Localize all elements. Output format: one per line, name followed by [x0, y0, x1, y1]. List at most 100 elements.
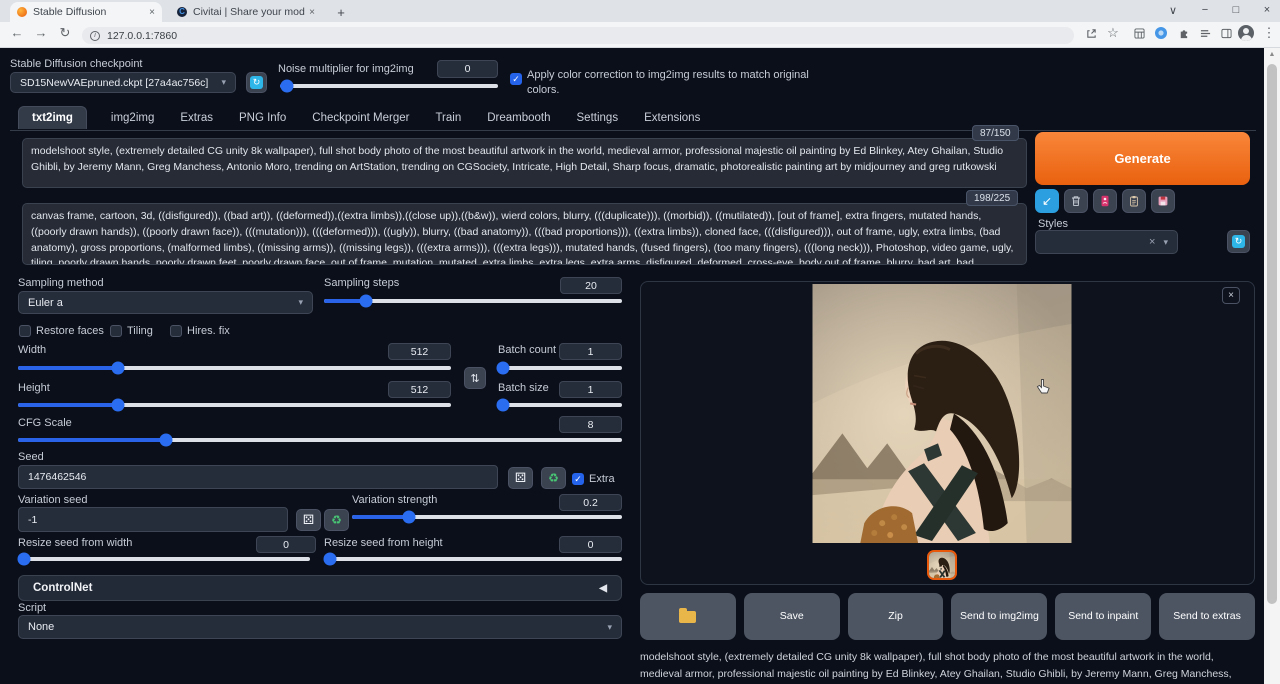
open-folder-button[interactable]	[640, 593, 736, 640]
script-dropdown[interactable]: None ▾	[18, 615, 622, 639]
variation-strength-slider[interactable]	[352, 515, 622, 519]
tab-png-info[interactable]: PNG Info	[237, 107, 288, 129]
resize-seed-height-input[interactable]: 0	[559, 536, 622, 553]
tab-checkpoint-merger[interactable]: Checkpoint Merger	[310, 107, 411, 129]
scrollbar-thumb[interactable]	[1267, 64, 1277, 604]
tab-close-icon[interactable]: ×	[309, 7, 315, 18]
send-to-inpaint-button[interactable]: Send to inpaint	[1055, 593, 1151, 640]
extra-seed-checkbox[interactable]: ✓	[572, 473, 584, 485]
tab-dreambooth[interactable]: Dreambooth	[485, 107, 552, 129]
browser-menu-icon[interactable]: ⋮	[1260, 24, 1278, 42]
noise-multiplier-slider[interactable]	[280, 84, 498, 88]
browser-tab-title: Civitai | Share your models	[193, 6, 305, 18]
window-minimize-button[interactable]: −	[1196, 1, 1214, 19]
height-slider[interactable]	[18, 403, 451, 407]
random-seed-button[interactable]: ⚄	[508, 467, 533, 489]
window-chevron-icon[interactable]: ∨	[1164, 1, 1182, 19]
new-tab-button[interactable]: +	[332, 3, 350, 21]
prompt-textarea[interactable]: modelshoot style, (extremely detailed CG…	[22, 138, 1027, 188]
tab-img2img[interactable]: img2img	[109, 107, 156, 129]
variation-strength-input[interactable]: 0.2	[559, 494, 622, 511]
width-input[interactable]: 512	[388, 343, 451, 360]
negative-prompt-textarea[interactable]: canvas frame, cartoon, 3d, ((disfigured)…	[22, 203, 1027, 265]
refresh-checkpoints-button[interactable]: ↻	[246, 72, 267, 93]
reuse-variation-seed-button[interactable]: ♻	[324, 509, 349, 531]
tab-train[interactable]: Train	[433, 107, 463, 129]
civitai-favicon: C	[177, 7, 187, 17]
tab-close-icon[interactable]: ×	[149, 7, 155, 18]
tab-divider	[10, 130, 1256, 131]
close-gallery-icon[interactable]: ×	[1222, 287, 1240, 304]
reuse-seed-button[interactable]: ♻	[541, 467, 566, 489]
page-info-icon[interactable]: i	[90, 31, 100, 41]
batch-count-input[interactable]: 1	[559, 343, 622, 360]
width-slider[interactable]	[18, 366, 451, 370]
bookmark-star-icon[interactable]: ☆	[1104, 24, 1122, 42]
extension-list-icon[interactable]	[1196, 24, 1214, 42]
cfg-scale-label: CFG Scale	[18, 417, 72, 429]
zip-button[interactable]: Zip	[848, 593, 944, 640]
refresh-styles-button[interactable]: ↻	[1227, 230, 1250, 253]
sampling-steps-input[interactable]: 20	[560, 277, 622, 294]
random-variation-seed-button[interactable]: ⚄	[296, 509, 321, 531]
resize-seed-width-slider[interactable]	[18, 557, 310, 561]
script-value: None	[28, 621, 54, 633]
cursor-pointer	[1036, 378, 1050, 400]
variation-strength-label: Variation strength	[352, 494, 437, 506]
cfg-scale-slider[interactable]	[18, 438, 622, 442]
tab-extras[interactable]: Extras	[178, 107, 215, 129]
noise-multiplier-input[interactable]: 0	[437, 60, 498, 78]
height-input[interactable]: 512	[388, 381, 451, 398]
batch-size-input[interactable]: 1	[559, 381, 622, 398]
cfg-scale-input[interactable]: 8	[559, 416, 622, 433]
sampling-steps-slider[interactable]	[324, 299, 622, 303]
address-bar[interactable]: i 127.0.0.1:7860	[82, 27, 1074, 44]
tab-settings[interactable]: Settings	[575, 107, 621, 129]
clear-styles-icon[interactable]: ×	[1149, 236, 1155, 248]
sampling-method-dropdown[interactable]: Euler a ▾	[18, 291, 313, 314]
window-maximize-button[interactable]: □	[1227, 1, 1245, 19]
send-to-extras-button[interactable]: Send to extras	[1159, 593, 1255, 640]
restore-faces-checkbox[interactable]	[19, 325, 31, 337]
controlnet-accordion[interactable]: ControlNet ◀	[18, 575, 622, 601]
styles-dropdown[interactable]: × ▾	[1035, 230, 1178, 254]
batch-count-slider[interactable]	[498, 366, 622, 370]
extension-grid-icon[interactable]	[1130, 24, 1148, 42]
hires-fix-checkbox[interactable]	[170, 325, 182, 337]
checkpoint-dropdown[interactable]: SD15NewVAEpruned.ckpt [27a4ac756c] ▾	[10, 72, 236, 93]
gallery-thumbnail-selected[interactable]	[927, 550, 957, 580]
tab-txt2img[interactable]: txt2img	[18, 106, 87, 129]
extensions-puzzle-icon[interactable]	[1174, 24, 1192, 42]
tiling-checkbox[interactable]	[110, 325, 122, 337]
side-panel-icon[interactable]	[1217, 24, 1235, 42]
reload-icon[interactable]: ↻	[56, 25, 74, 41]
extra-networks-button[interactable]	[1093, 189, 1117, 213]
tab-extensions[interactable]: Extensions	[642, 107, 702, 129]
profile-avatar[interactable]	[1238, 25, 1254, 41]
save-style-button[interactable]	[1151, 189, 1175, 213]
save-button[interactable]: Save	[744, 593, 840, 640]
batch-size-slider[interactable]	[498, 403, 622, 407]
browser-tab-civitai[interactable]: C Civitai | Share your models ×	[170, 2, 322, 22]
clear-prompt-button[interactable]	[1064, 189, 1088, 213]
generate-button[interactable]: Generate	[1035, 132, 1250, 185]
resize-seed-height-slider[interactable]	[324, 557, 622, 561]
variation-seed-input[interactable]: -1	[18, 507, 288, 532]
share-icon[interactable]	[1082, 24, 1100, 42]
extension-blue-circle-icon[interactable]	[1152, 24, 1170, 42]
send-to-img2img-button[interactable]: Send to img2img	[951, 593, 1047, 640]
window-close-button[interactable]: ×	[1258, 1, 1276, 19]
read-parameters-button[interactable]: ↙	[1035, 189, 1059, 213]
forward-icon[interactable]: →	[32, 25, 50, 40]
seed-input[interactable]: 1476462546	[18, 465, 498, 489]
swap-dimensions-button[interactable]: ⇅	[464, 367, 486, 389]
resize-seed-width-input[interactable]: 0	[256, 536, 316, 553]
browser-tab-stable-diffusion[interactable]: Stable Diffusion ×	[10, 2, 162, 22]
color-correction-checkbox[interactable]: ✓	[510, 73, 522, 85]
stable-diffusion-favicon	[17, 7, 27, 17]
generated-image[interactable]	[812, 284, 1072, 543]
trash-icon	[1070, 195, 1082, 207]
apply-style-button[interactable]	[1122, 189, 1146, 213]
back-icon[interactable]: ←	[8, 25, 26, 40]
scrollbar-up-icon[interactable]: ▲	[1264, 48, 1280, 62]
